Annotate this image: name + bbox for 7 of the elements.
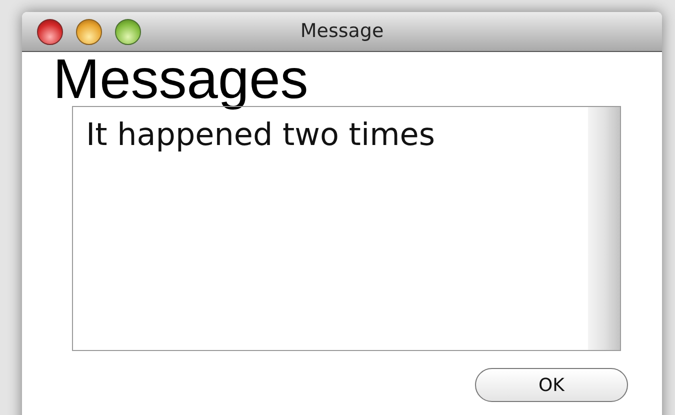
minimize-icon[interactable] — [76, 18, 102, 44]
close-icon[interactable] — [37, 18, 63, 44]
ok-button[interactable]: OK — [475, 368, 628, 402]
zoom-icon[interactable] — [115, 18, 141, 44]
window-title: Message — [300, 19, 384, 44]
scrollbar-track[interactable] — [588, 107, 620, 350]
message-text: It happened two times — [85, 116, 436, 155]
